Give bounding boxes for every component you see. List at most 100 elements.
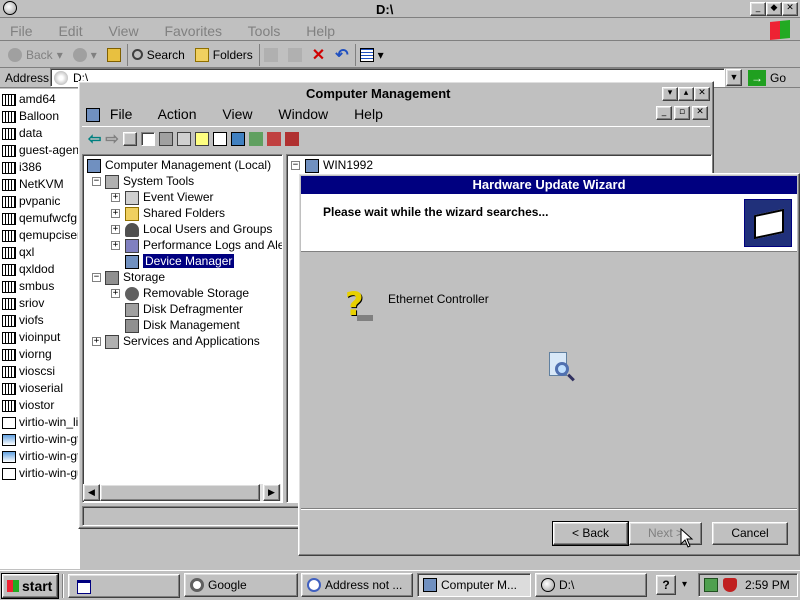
tree-item-local-users[interactable]: Local Users and Groups: [125, 221, 272, 237]
disable-device-icon[interactable]: [266, 131, 281, 146]
move-to-button[interactable]: [258, 43, 282, 66]
file-item[interactable]: virtio-win-gt-x64: [2, 431, 78, 448]
collapse-toggle[interactable]: −: [291, 161, 300, 170]
tree-item-storage[interactable]: Storage: [105, 269, 165, 285]
show-desktop-button[interactable]: [68, 574, 180, 598]
start-button[interactable]: start: [1, 573, 59, 599]
menu-favorites[interactable]: Favorites: [164, 23, 222, 39]
expand-toggle[interactable]: +: [92, 337, 101, 346]
tree-item-device-manager[interactable]: Device Manager: [125, 253, 235, 269]
menu-tools[interactable]: Tools: [248, 23, 281, 39]
folders-button[interactable]: Folders: [191, 44, 257, 66]
cm-maximize-button[interactable]: ▴: [678, 87, 694, 101]
uninstall-device-icon[interactable]: [284, 131, 299, 146]
network-tray-icon[interactable]: [704, 578, 718, 592]
cm-close-button[interactable]: ✕: [694, 87, 710, 101]
folder-item[interactable]: qemufwcfg: [2, 210, 78, 227]
address-dropdown-button[interactable]: ▼: [726, 69, 742, 86]
menu-edit[interactable]: Edit: [58, 23, 82, 39]
close-button[interactable]: ✕: [782, 2, 798, 16]
cancel-button[interactable]: Cancel: [712, 522, 788, 545]
show-hide-tree-icon[interactable]: [140, 131, 155, 146]
folder-item[interactable]: guest-agent: [2, 142, 78, 159]
update-driver-icon[interactable]: [248, 131, 263, 146]
forward-button[interactable]: ▾: [69, 44, 101, 66]
tree-item-disk-defragmenter[interactable]: Disk Defragmenter: [125, 301, 243, 317]
tree-item-performance-logs[interactable]: Performance Logs and Alerts: [125, 237, 282, 253]
expand-toggle[interactable]: +: [111, 241, 120, 250]
file-item[interactable]: virtio-win-gt-x86: [2, 448, 78, 465]
folder-item[interactable]: viorng: [2, 346, 78, 363]
go-button[interactable]: → Go: [748, 69, 786, 87]
cm-forward-icon[interactable]: ⇨: [105, 129, 118, 149]
cm-menu-window[interactable]: Window: [278, 106, 328, 122]
show-hide-action-pane-icon[interactable]: [212, 131, 227, 146]
tree-horizontal-scrollbar[interactable]: ◀ ▶: [83, 484, 281, 501]
cm-minimize-button[interactable]: ▾: [662, 87, 678, 101]
copy-to-button[interactable]: [284, 44, 306, 66]
undo-button[interactable]: ↶: [331, 44, 352, 66]
cm-child-close-button[interactable]: ✕: [692, 106, 708, 120]
file-item[interactable]: virtio-win-guest-tools: [2, 465, 78, 482]
restore-button[interactable]: ◆: [766, 2, 782, 16]
folder-item[interactable]: amd64: [2, 91, 78, 108]
scroll-right-button[interactable]: ▶: [263, 484, 280, 501]
cm-child-restore-button[interactable]: ▫: [674, 106, 690, 120]
menu-view[interactable]: View: [108, 23, 138, 39]
folder-item[interactable]: qemupciserial: [2, 227, 78, 244]
tree-item-shared-folders[interactable]: Shared Folders: [125, 205, 225, 221]
help-icon[interactable]: [194, 131, 209, 146]
collapse-toggle[interactable]: −: [92, 273, 101, 282]
back-button[interactable]: < Back: [552, 521, 629, 546]
task-address-not-found[interactable]: Address not ...: [301, 573, 413, 597]
search-button[interactable]: Search: [126, 43, 189, 66]
delete-button[interactable]: ✕: [308, 44, 329, 66]
expand-toggle[interactable]: +: [111, 193, 120, 202]
expand-toggle[interactable]: +: [111, 225, 120, 234]
expand-toggle[interactable]: +: [111, 289, 120, 298]
cm-child-minimize-button[interactable]: _: [656, 106, 672, 120]
tray-scroll-icon[interactable]: ▾: [682, 579, 687, 590]
tree-item-disk-management[interactable]: Disk Management: [125, 317, 240, 333]
folder-item[interactable]: pvpanic: [2, 193, 78, 210]
back-button[interactable]: Back ▾: [4, 44, 67, 66]
up-level-icon[interactable]: [122, 131, 137, 146]
minimize-button[interactable]: _: [750, 2, 766, 16]
folder-item[interactable]: qxldod: [2, 261, 78, 278]
expand-toggle[interactable]: +: [111, 209, 120, 218]
folder-item[interactable]: smbus: [2, 278, 78, 295]
cm-menu-file[interactable]: File: [110, 106, 133, 122]
menu-help[interactable]: Help: [306, 23, 335, 39]
cm-menu-view[interactable]: View: [222, 106, 252, 122]
cm-menu-help[interactable]: Help: [354, 106, 383, 122]
up-folder-button[interactable]: [103, 44, 125, 66]
tree-item-event-viewer[interactable]: Event Viewer: [125, 189, 213, 205]
help-tray-icon[interactable]: ?: [656, 575, 676, 595]
folder-item[interactable]: vioserial: [2, 380, 78, 397]
scroll-left-button[interactable]: ◀: [83, 484, 100, 501]
print-icon[interactable]: [176, 131, 191, 146]
cm-back-icon[interactable]: ⇦: [88, 129, 101, 149]
file-item[interactable]: virtio-win_license: [2, 414, 78, 431]
scan-hardware-icon[interactable]: [230, 131, 245, 146]
task-computer-management[interactable]: Computer M...: [417, 573, 531, 597]
tree-item-services-applications[interactable]: Services and Applications: [105, 333, 260, 349]
folder-item[interactable]: vioinput: [2, 329, 78, 346]
task-google[interactable]: Google: [184, 573, 298, 597]
properties-icon[interactable]: [158, 131, 173, 146]
folder-item[interactable]: viostor: [2, 397, 78, 414]
folder-item[interactable]: vioscsi: [2, 363, 78, 380]
folder-item[interactable]: qxl: [2, 244, 78, 261]
folder-item[interactable]: Balloon: [2, 108, 78, 125]
views-button[interactable]: ▾: [354, 43, 388, 66]
tree-item-removable-storage[interactable]: Removable Storage: [125, 285, 249, 301]
folder-item[interactable]: viofs: [2, 312, 78, 329]
cm-menu-action[interactable]: Action: [158, 106, 197, 122]
task-drive-d[interactable]: D:\: [535, 573, 647, 597]
tree-item-root[interactable]: Computer Management (Local): [87, 157, 271, 173]
folder-item[interactable]: sriov: [2, 295, 78, 312]
folder-item[interactable]: i386: [2, 159, 78, 176]
tree-item-system-tools[interactable]: System Tools: [105, 173, 194, 189]
folder-item[interactable]: NetKVM: [2, 176, 78, 193]
security-shield-icon[interactable]: [723, 578, 737, 592]
